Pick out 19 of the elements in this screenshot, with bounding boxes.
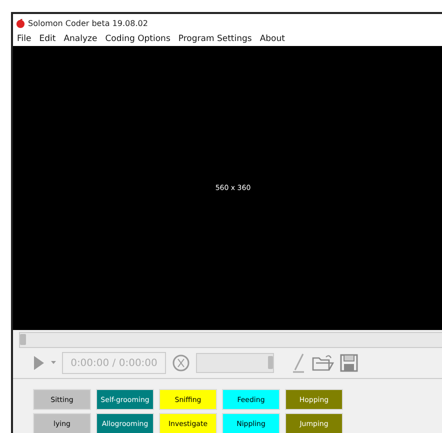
volume-thumb[interactable] — [268, 356, 273, 369]
menu-item[interactable]: About — [260, 34, 285, 44]
volume-slider[interactable] — [196, 353, 274, 373]
menu-item[interactable]: File — [17, 34, 32, 44]
play-button[interactable] — [33, 355, 45, 371]
save-icon[interactable] — [340, 354, 358, 372]
menu-item[interactable]: Coding Options — [105, 34, 170, 44]
volume-icon[interactable] — [172, 354, 190, 372]
open-folder-icon[interactable] — [312, 354, 334, 372]
time-display: 0:00:00 / 0:00:00 — [62, 352, 166, 374]
dropdown-icon[interactable] — [51, 361, 56, 365]
window-title: Solomon Coder beta 19.08.02 — [28, 18, 148, 28]
seek-thumb[interactable] — [20, 334, 26, 345]
menu-item[interactable]: Program Settings — [178, 34, 252, 44]
pencil-icon[interactable] — [292, 353, 306, 373]
menu-item[interactable]: Analyze — [64, 34, 98, 44]
app-logo-icon — [16, 18, 25, 28]
seek-slider[interactable] — [19, 332, 442, 348]
menu-item[interactable]: Edit — [39, 34, 56, 44]
